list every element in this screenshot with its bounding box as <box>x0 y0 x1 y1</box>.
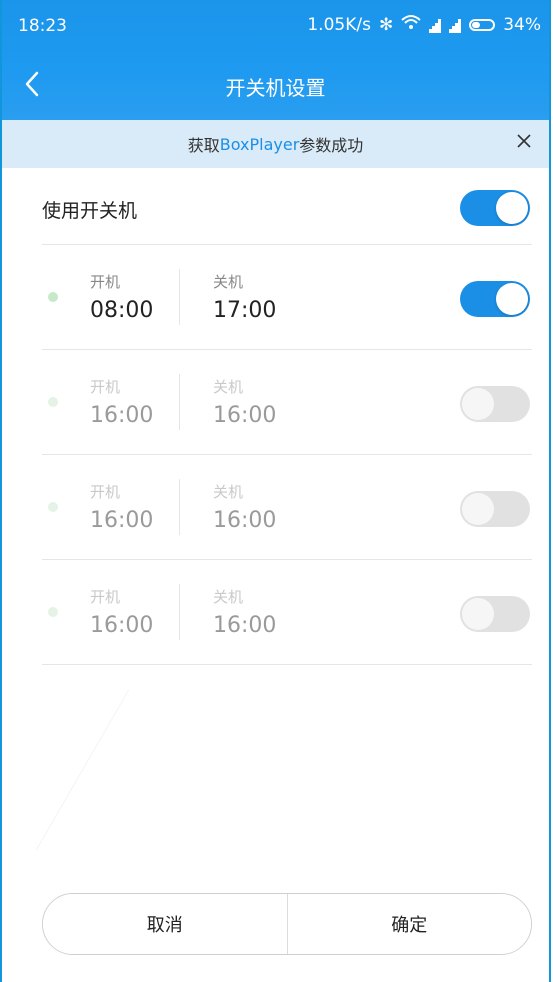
status-dot <box>48 397 58 407</box>
action-buttons: 取消 确定 <box>42 893 532 955</box>
success-toast: 获取 BoxPlayer 参数成功 <box>2 120 549 168</box>
toggle-knob <box>496 192 528 224</box>
watermark <box>2 690 130 850</box>
power-on-time[interactable]: 16:00 <box>90 509 153 533</box>
schedule-row: 开机 08:00 关机 17:00 <box>42 245 532 350</box>
battery-level: 34% <box>503 14 541 35</box>
power-on-label: 开机 <box>90 378 121 396</box>
status-dot <box>48 607 58 617</box>
signal-icon <box>449 18 462 33</box>
app-frame: 18:23 1.05K/s ✻ 34% 开关机设置 获取 BoxPlayer 参… <box>0 0 551 982</box>
confirm-button[interactable]: 确定 <box>287 894 531 954</box>
power-on-block[interactable]: 开机 16:00 <box>90 588 153 638</box>
page-title: 开关机设置 <box>225 76 326 100</box>
top-bar: 18:23 1.05K/s ✻ 34% 开关机设置 <box>2 0 549 120</box>
close-button[interactable] <box>511 130 537 156</box>
power-on-time[interactable]: 08:00 <box>90 299 153 323</box>
schedule-toggle[interactable] <box>460 491 530 527</box>
master-toggle[interactable] <box>460 190 530 226</box>
title-bar: 开关机设置 <box>2 52 549 120</box>
power-off-block[interactable]: 关机 17:00 <box>213 273 276 323</box>
power-on-block[interactable]: 开机 08:00 <box>90 273 153 323</box>
toast-prefix: 获取 <box>187 136 220 155</box>
power-off-time[interactable]: 16:00 <box>213 509 276 533</box>
divider <box>179 374 180 430</box>
battery-icon <box>469 18 496 31</box>
toast-suffix: 参数成功 <box>299 136 364 155</box>
power-off-label: 关机 <box>213 588 244 606</box>
status-time: 18:23 <box>18 16 67 36</box>
power-off-block[interactable]: 关机 16:00 <box>213 588 276 638</box>
schedule-row: 开机 16:00 关机 16:00 <box>42 455 532 560</box>
status-dot <box>48 292 58 302</box>
power-on-label: 开机 <box>90 588 121 606</box>
schedule-toggle[interactable] <box>460 596 530 632</box>
status-indicators: 1.05K/s ✻ 34% <box>307 14 541 35</box>
status-dot <box>48 502 58 512</box>
power-off-time[interactable]: 16:00 <box>213 614 276 638</box>
schedule-row: 开机 16:00 关机 16:00 <box>42 350 532 455</box>
divider <box>179 269 180 325</box>
toast-highlight: BoxPlayer <box>219 134 300 154</box>
power-off-time[interactable]: 16:00 <box>213 404 276 428</box>
master-switch-row: 使用开关机 <box>42 172 532 245</box>
schedule-toggle[interactable] <box>460 386 530 422</box>
schedule-toggle[interactable] <box>460 281 530 317</box>
power-on-block[interactable]: 开机 16:00 <box>90 378 153 428</box>
power-off-block[interactable]: 关机 16:00 <box>213 483 276 533</box>
bluetooth-icon: ✻ <box>378 14 394 35</box>
power-on-label: 开机 <box>90 273 121 291</box>
toggle-knob <box>462 388 494 420</box>
toggle-knob <box>462 598 494 630</box>
divider <box>179 584 180 640</box>
master-switch-label: 使用开关机 <box>42 200 138 222</box>
cancel-button[interactable]: 取消 <box>43 894 287 954</box>
power-off-label: 关机 <box>213 378 244 396</box>
divider <box>179 479 180 535</box>
power-on-block[interactable]: 开机 16:00 <box>90 483 153 533</box>
power-off-label: 关机 <box>213 273 244 291</box>
network-speed: 1.05K/s <box>307 14 371 35</box>
power-on-label: 开机 <box>90 483 121 501</box>
close-icon <box>517 134 531 148</box>
toggle-knob <box>462 493 494 525</box>
schedule-row: 开机 16:00 关机 16:00 <box>42 560 532 665</box>
power-on-time[interactable]: 16:00 <box>90 614 153 638</box>
power-off-label: 关机 <box>213 483 244 501</box>
status-bar: 18:23 1.05K/s ✻ 34% <box>2 0 549 52</box>
power-off-block[interactable]: 关机 16:00 <box>213 378 276 428</box>
power-off-time[interactable]: 17:00 <box>213 299 276 323</box>
toggle-knob <box>496 283 528 315</box>
wifi-icon <box>401 14 421 35</box>
signal-icon <box>429 18 442 33</box>
power-on-time[interactable]: 16:00 <box>90 404 153 428</box>
